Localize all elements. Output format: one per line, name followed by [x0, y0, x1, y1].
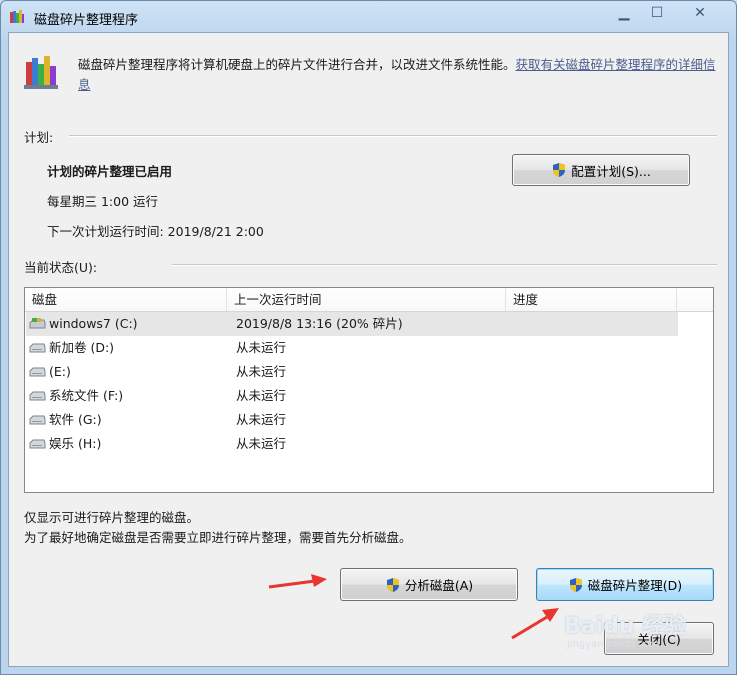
disk-row[interactable]: windows7 (C:) 2019/8/8 13:16 (20% 碎片) [26, 312, 678, 336]
drive-icon [29, 367, 46, 377]
drive-icon [29, 391, 46, 401]
column-progress[interactable]: 进度 [506, 288, 677, 311]
schedule-divider [69, 135, 717, 137]
red-arrow-icon [268, 574, 327, 589]
configure-schedule-button[interactable]: 配置计划(S)... [512, 154, 690, 186]
column-disk[interactable]: 磁盘 [25, 288, 227, 311]
schedule-label: 计划: [24, 130, 54, 145]
drive-icon [29, 343, 46, 353]
disk-name: 软件 (G:) [49, 412, 102, 427]
title-bar: 磁盘碎片整理程序 ▁ ☐ ✕ [0, 0, 737, 32]
defragment-disk-label: 磁盘碎片整理(D) [587, 578, 683, 593]
disk-name: 娱乐 (H:) [49, 436, 102, 451]
note-defrag-only: 仅显示可进行碎片整理的磁盘。 [24, 510, 200, 525]
minimize-button[interactable]: ▁ [612, 4, 636, 22]
current-status-label: 当前状态(U): [24, 260, 98, 275]
disk-row[interactable]: (E:) 从未运行 [26, 360, 678, 384]
note-analyze-first: 为了最好地确定磁盘是否需要立即进行碎片整理，需要首先分析磁盘。 [24, 530, 412, 545]
analyze-disk-label: 分析磁盘(A) [404, 578, 474, 593]
intro-description: 磁盘碎片整理程序将计算机硬盘上的碎片文件进行合并，以改进文件系统性能。 [78, 57, 516, 72]
disk-row[interactable]: 娱乐 (H:) 从未运行 [26, 432, 678, 456]
disk-row[interactable]: 系统文件 (F:) 从未运行 [26, 384, 678, 408]
intro-text: 磁盘碎片整理程序将计算机硬盘上的碎片文件进行合并，以改进文件系统性能。获取有关磁… [78, 55, 718, 95]
defragment-disk-button[interactable]: 磁盘碎片整理(D) [536, 568, 714, 601]
window-title: 磁盘碎片整理程序 [34, 13, 139, 28]
red-arrow-icon [511, 608, 559, 640]
watermark-url: jingyan.baidu.com [567, 639, 660, 650]
disk-last-run: 从未运行 [236, 364, 287, 379]
disk-last-run: 从未运行 [236, 436, 287, 451]
close-window-button[interactable]: ✕ [688, 4, 712, 22]
disk-name: 新加卷 (D:) [49, 340, 115, 355]
maximize-button[interactable]: ☐ [645, 4, 669, 22]
system-drive-icon [29, 318, 46, 329]
disk-name: 系统文件 (F:) [49, 388, 124, 403]
schedule-status: 计划的碎片整理已启用 [47, 164, 173, 179]
drive-icon [29, 415, 46, 425]
defrag-app-icon [10, 10, 24, 23]
dialog-body: 磁盘碎片整理程序将计算机硬盘上的碎片文件进行合并，以改进文件系统性能。获取有关磁… [8, 32, 729, 667]
status-divider [172, 264, 717, 266]
schedule-frequency: 每星期三 1:00 运行 [47, 194, 159, 209]
disk-last-run: 从未运行 [236, 388, 287, 403]
disk-name: (E:) [49, 364, 71, 379]
disk-list[interactable]: 磁盘 上一次运行时间 进度 windows7 (C:) 2019/8/8 13:… [24, 287, 714, 493]
disk-row[interactable]: 软件 (G:) 从未运行 [26, 408, 678, 432]
defrag-large-icon [24, 56, 58, 89]
baidu-watermark: Baidu 经验 [564, 614, 687, 639]
uac-shield-icon [386, 577, 399, 592]
drive-icon [29, 439, 46, 449]
schedule-next-run: 下一次计划运行时间: 2019/8/21 2:00 [47, 224, 264, 239]
uac-shield-icon [553, 163, 566, 177]
analyze-disk-button[interactable]: 分析磁盘(A) [340, 568, 518, 601]
column-last-run[interactable]: 上一次运行时间 [227, 288, 506, 311]
disk-name: windows7 (C:) [49, 316, 138, 331]
disk-last-run: 从未运行 [236, 340, 287, 355]
disk-last-run: 2019/8/8 13:16 (20% 碎片) [236, 316, 403, 331]
disk-row[interactable]: 新加卷 (D:) 从未运行 [26, 336, 678, 360]
configure-schedule-label: 配置计划(S)... [571, 163, 651, 179]
disk-last-run: 从未运行 [236, 412, 287, 427]
disk-list-header: 磁盘 上一次运行时间 进度 [25, 288, 713, 312]
uac-shield-icon [569, 577, 582, 592]
